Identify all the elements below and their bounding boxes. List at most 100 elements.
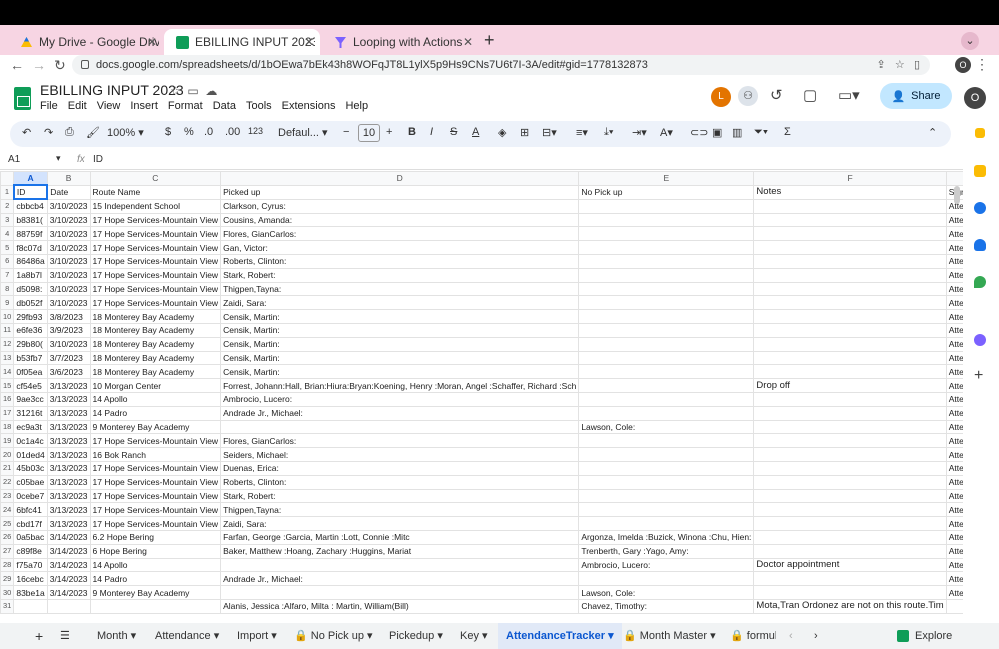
cell[interactable]: AttendanceTracker_Images/ec9a380a.Sign.2… xyxy=(945,419,963,435)
row-header[interactable]: 4 xyxy=(0,226,15,242)
cell[interactable] xyxy=(578,309,755,324)
menu-view[interactable]: View xyxy=(97,100,121,112)
cell[interactable] xyxy=(753,226,947,242)
row-header[interactable]: 8 xyxy=(0,281,15,297)
cell[interactable]: Date xyxy=(46,184,91,200)
cell[interactable]: Route Name xyxy=(89,184,222,200)
sheet-tab-no-pick-up[interactable]: 🔒 No Pick up ▾ xyxy=(294,623,373,649)
cell[interactable]: Censik, Martin: xyxy=(220,336,580,352)
cell[interactable]: Trenberth, Gary :Yago, Amy: xyxy=(578,543,755,559)
text-rotate-icon[interactable]: A▾ xyxy=(660,126,673,139)
cell[interactable] xyxy=(578,460,755,476)
cell[interactable]: 3/13/2023 xyxy=(46,405,91,421)
cell[interactable]: 3/9/2023 xyxy=(46,322,91,338)
cell[interactable]: 18 Monterey Bay Academy xyxy=(89,336,222,352)
row-header[interactable]: 3 xyxy=(0,212,15,228)
row-header[interactable]: 28 xyxy=(0,557,15,573)
number-format-button[interactable]: 123 xyxy=(248,126,263,136)
column-header[interactable]: C xyxy=(89,171,222,186)
cell[interactable] xyxy=(753,571,947,587)
history-icon[interactable]: ↺ xyxy=(770,86,783,104)
cell[interactable]: Andrade Jr., Michael: xyxy=(220,405,580,421)
cell[interactable] xyxy=(578,336,755,352)
cell[interactable]: 14 Padro xyxy=(89,571,222,587)
row-header[interactable]: 29 xyxy=(0,571,15,587)
cell[interactable]: Picked up xyxy=(220,184,580,200)
browser-tab-looping[interactable]: Looping with Actions ✕ xyxy=(322,29,479,55)
font-size-input[interactable]: 10 xyxy=(358,124,380,142)
cell[interactable] xyxy=(753,447,947,462)
sheet-tab-formul[interactable]: 🔒 formul xyxy=(730,623,776,649)
row-header[interactable]: 2 xyxy=(0,198,15,214)
cell[interactable]: Zaidi, Sara: xyxy=(220,516,580,531)
cell[interactable] xyxy=(220,585,580,600)
cell[interactable] xyxy=(753,364,947,380)
cell[interactable]: 16 Bok Ranch xyxy=(89,447,222,462)
cell[interactable]: 3/14/2023 xyxy=(46,529,91,545)
browser-profile-avatar[interactable]: O xyxy=(955,57,971,73)
column-header[interactable]: E xyxy=(578,171,755,186)
browser-tab-drive[interactable]: My Drive - Google Drive ✕ xyxy=(8,29,163,55)
sheet-tab-key[interactable]: Key ▾ xyxy=(460,623,488,649)
cell[interactable]: AttendanceTracker_Images/9ae3cc84.Sign.2… xyxy=(945,391,963,407)
close-icon[interactable]: ✕ xyxy=(463,35,473,49)
cell[interactable] xyxy=(753,488,947,504)
cell[interactable]: AttendanceTracker_Images/e6fe3630.Sign.1… xyxy=(945,322,963,338)
menu-insert[interactable]: Insert xyxy=(130,100,158,112)
row-header[interactable]: 1 xyxy=(0,184,15,200)
cell[interactable]: 3/10/2023 xyxy=(46,212,91,228)
cell[interactable]: Roberts, Clinton: xyxy=(220,253,580,269)
cell[interactable]: Roberts, Clinton: xyxy=(220,474,580,490)
italic-button[interactable]: I xyxy=(430,126,433,138)
cell[interactable]: 9 Monterey Bay Academy xyxy=(89,419,222,435)
cell[interactable]: f8c07d xyxy=(13,240,48,255)
cell[interactable]: AttendanceTracker_Images/c89f8eb6.Sign.1… xyxy=(945,543,963,559)
cell[interactable]: 31216t xyxy=(13,405,48,421)
cell[interactable] xyxy=(753,405,947,421)
cell[interactable]: Doctor appointment xyxy=(753,557,947,573)
merge-cells-icon[interactable]: ⊟▾ xyxy=(542,126,557,139)
bookmark-star-icon[interactable]: ⇪ ☆ ▯ xyxy=(877,55,920,75)
cell[interactable]: 3/14/2023 xyxy=(46,571,91,587)
cell[interactable] xyxy=(578,364,755,380)
cell[interactable]: 17 Hope Services-Mountain View xyxy=(89,253,222,269)
assignee-icon[interactable]: ⚇ xyxy=(738,86,758,106)
row-header[interactable]: 30 xyxy=(0,585,15,600)
cell[interactable]: 3/8/2023 xyxy=(46,309,91,324)
cell[interactable]: AttendanceTracker_Images/cbd17626.Sign.0 xyxy=(945,516,963,531)
row-header[interactable]: 9 xyxy=(0,295,15,311)
cell[interactable]: AttendanceTracker_Images/b838105d.Sign.0 xyxy=(945,212,963,228)
cell[interactable]: AttendanceTracker_Images/d50987f5.Sign.0… xyxy=(945,281,963,297)
cell[interactable]: AttendanceTracker_Images/887595b5.Sign.0 xyxy=(945,226,963,242)
all-sheets-icon[interactable]: ☰ xyxy=(60,623,70,649)
cell[interactable]: 3/14/2023 xyxy=(46,543,91,559)
cell[interactable]: ec9a3t xyxy=(13,419,48,435)
cell[interactable]: c05bae xyxy=(13,474,48,490)
cell[interactable]: 9 Monterey Bay Academy xyxy=(89,585,222,600)
reload-icon[interactable]: ↻ xyxy=(54,57,66,74)
cell[interactable]: 14 Padro xyxy=(89,405,222,421)
row-header[interactable]: 17 xyxy=(0,405,15,421)
row-header[interactable]: 19 xyxy=(0,433,15,449)
cell[interactable] xyxy=(46,598,91,614)
menu-data[interactable]: Data xyxy=(213,100,236,112)
comment-icon[interactable]: ▢ xyxy=(803,86,817,104)
cell[interactable] xyxy=(753,516,947,531)
cell[interactable]: Mota,Tran Ordonez are not on this route.… xyxy=(753,598,947,614)
cell[interactable]: 14 Apollo xyxy=(89,391,222,407)
cell[interactable]: 16cebc xyxy=(13,571,48,587)
cell[interactable]: 18 Monterey Bay Academy xyxy=(89,364,222,380)
cell[interactable]: Alanis, Jessica :Alfaro, Milta : Martin,… xyxy=(220,598,580,614)
cell[interactable]: AttendanceTracker_Images/c05bae39.Sign.0 xyxy=(945,474,963,490)
cell[interactable]: No Pick up xyxy=(578,184,755,200)
cell[interactable]: Drop off xyxy=(753,378,947,393)
column-header[interactable]: D xyxy=(220,171,580,186)
chevron-right-icon[interactable]: › xyxy=(814,623,818,649)
cell[interactable] xyxy=(753,460,947,476)
cell[interactable]: 3/7/2023 xyxy=(46,350,91,366)
cell[interactable] xyxy=(13,598,48,614)
cell[interactable]: b8381( xyxy=(13,212,48,228)
row-header[interactable]: 24 xyxy=(0,502,15,518)
cell[interactable] xyxy=(753,322,947,338)
cell[interactable]: Cousins, Amanda: xyxy=(220,212,580,228)
